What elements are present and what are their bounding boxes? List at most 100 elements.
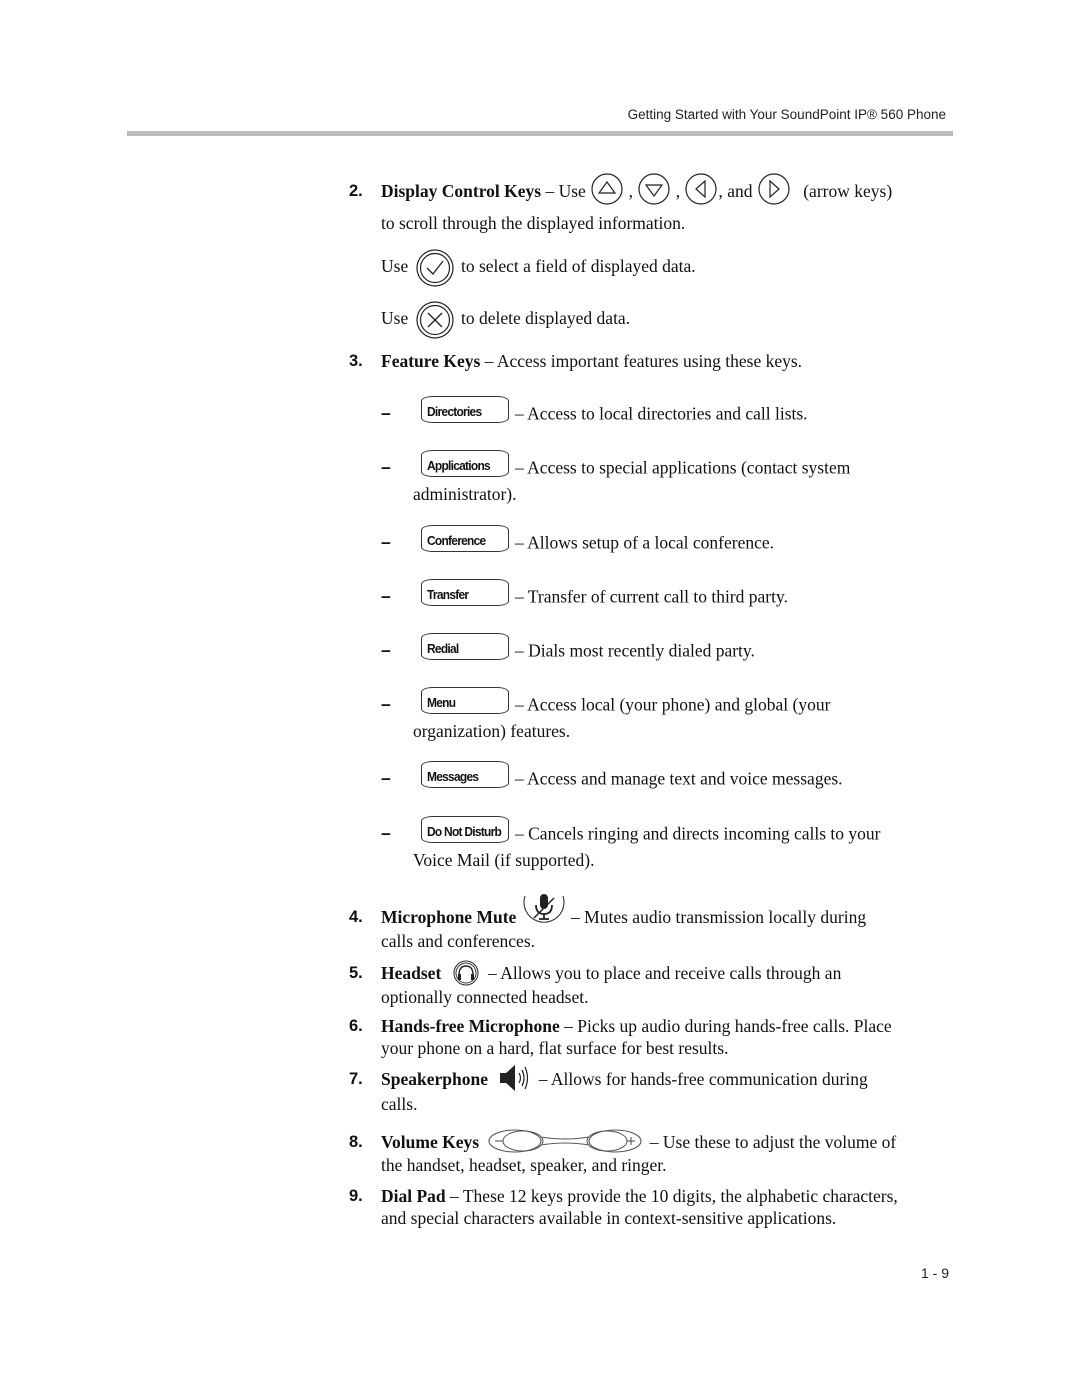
delete-instruction: Use to delete displayed data. [381, 300, 630, 340]
running-header: Getting Started with Your SoundPoint IP®… [627, 107, 946, 122]
key-label: Redial [427, 641, 459, 656]
term-speakerphone: Speakerphone [381, 1069, 488, 1089]
feature-key-do-not-disturb: – Do Not Disturb – Cancels ringing and di… [381, 816, 941, 872]
select-check-icon [415, 249, 454, 287]
volume-keys-text: – Use these to adjust the volume of [645, 1132, 897, 1152]
do-not-disturb-key-icon: Do Not Disturb [421, 816, 509, 843]
item-dial-pad: 9. Dial Pad – These 12 keys provide the … [349, 1185, 949, 1229]
list-dash: – [381, 586, 391, 606]
lead-text: – Use [541, 181, 591, 202]
speakerphone-icon [500, 1064, 529, 1091]
term-dial-pad: Dial Pad [381, 1186, 446, 1206]
comma: , [671, 181, 685, 202]
term-display-control-keys: Display Control Keys [381, 181, 542, 202]
use-label: Use [381, 256, 409, 277]
key-description: – Access local (your phone) and global (… [515, 694, 831, 715]
arrow-right-icon [758, 173, 790, 205]
microphone-mute-icon [523, 893, 565, 923]
item-display-control-keys: 2. Display Control Keys – Use , , , and … [349, 173, 949, 234]
menu-key-icon: Menu [421, 687, 509, 714]
key-description: – Access and manage text and voice messa… [515, 768, 843, 789]
item-number: 2. [349, 182, 363, 200]
item-number: 9. [349, 1187, 363, 1205]
messages-key-icon: Messages [421, 761, 509, 788]
feature-key-conference: – Conference – Allows setup of a local co… [381, 525, 941, 558]
key-description: – Access to special applications (contac… [515, 457, 851, 478]
term-headset: Headset [381, 963, 442, 983]
key-label: Menu [427, 695, 456, 710]
line-2: optionally connected headset. [381, 986, 589, 1007]
line-2: your phone on a hard, flat surface for b… [381, 1038, 729, 1058]
key-description-cont: administrator). [413, 484, 517, 504]
key-label: Applications [427, 458, 491, 473]
headset-icon [453, 960, 479, 986]
arrow-left-icon [685, 173, 718, 205]
list-dash: – [381, 823, 391, 843]
feature-key-messages: – Messages – Access and manage text and v… [381, 761, 941, 794]
directories-key-icon: Directories [421, 396, 509, 423]
list-dash: – [381, 768, 391, 788]
key-label: Transfer [427, 587, 469, 602]
delete-text: to delete displayed data. [460, 308, 631, 329]
key-label: Directories [427, 404, 482, 419]
headset-text: – Allows you to place and receive calls … [483, 963, 842, 983]
applications-key-icon: Applications [421, 450, 509, 477]
list-dash: – [381, 457, 391, 477]
delete-x-icon [415, 301, 454, 339]
term-microphone-mute: Microphone Mute [381, 907, 517, 927]
comma: , [624, 181, 638, 202]
key-label: Conference [427, 533, 486, 548]
key-description-cont: organization) features. [413, 721, 571, 741]
list-dash: – [381, 640, 391, 660]
arrow-down-icon [638, 173, 670, 205]
list-dash: – [381, 403, 391, 423]
key-description: – Cancels ringing and directs incoming c… [515, 823, 881, 844]
key-description: – Transfer of current call to third part… [515, 586, 788, 607]
term-volume-keys: Volume Keys [381, 1132, 480, 1152]
item-number: 6. [349, 1017, 363, 1035]
feature-key-transfer: – Transfer – Transfer of current call to … [381, 579, 941, 612]
feature-key-directories: – Directories – Access to local directori… [381, 396, 941, 429]
item-headset: 5. Headset – Allows you to place and rec… [349, 960, 949, 1008]
speakerphone-text: – Allows for hands-free communication du… [534, 1069, 868, 1089]
list-dash: – [381, 694, 391, 714]
feature-key-redial: – Redial – Dials most recently dialed par… [381, 633, 941, 666]
select-instruction: Use to select a field of displayed data. [381, 248, 696, 288]
feature-key-menu: – Menu – Access local (your phone) and gl… [381, 687, 941, 743]
mic-mute-text: – Mutes audio transmission locally durin… [566, 907, 867, 927]
key-description: – Allows setup of a local conference. [515, 532, 775, 553]
line-2: calls and conferences. [381, 931, 536, 951]
item-number: 8. [349, 1133, 363, 1151]
item-microphone-mute: 4. Microphone Mute – Mutes audio transmi… [349, 893, 949, 952]
item-volume-keys: 8. Volume Keys – Use these to adjust the… [349, 1129, 949, 1176]
key-description: – Access to local directories and call l… [515, 403, 808, 424]
header-rule [127, 131, 953, 136]
line-2: to scroll through the displayed informat… [381, 213, 686, 233]
key-label: Do Not Disturb [427, 824, 502, 839]
feature-keys-text: – Access important features using these … [480, 351, 803, 371]
conference-key-icon: Conference [421, 525, 509, 552]
list-dash: – [381, 532, 391, 552]
transfer-key-icon: Transfer [421, 579, 509, 606]
key-description-cont: Voice Mail (if supported). [413, 850, 595, 870]
key-description: – Dials most recently dialed party. [515, 640, 755, 661]
select-text: to select a field of displayed data. [460, 256, 696, 277]
item-number: 3. [349, 352, 363, 370]
feature-key-applications: – Applications – Access to special applic… [381, 450, 941, 506]
arrow-up-icon [591, 173, 623, 205]
hands-free-text: – Picks up audio during hands-free calls… [559, 1016, 892, 1036]
page-number: 1 - 9 [921, 1265, 950, 1281]
and-text: , and [718, 181, 757, 202]
line-2: and special characters available in cont… [381, 1208, 837, 1228]
term-feature-keys: Feature Keys [381, 351, 481, 371]
key-label: Messages [427, 769, 479, 784]
item-speakerphone: 7. Speakerphone – Allows for hands-free … [349, 1064, 949, 1115]
dial-pad-text: – These 12 keys provide the 10 digits, t… [445, 1186, 898, 1206]
item-number: 5. [349, 964, 363, 982]
line-2: calls. [381, 1093, 418, 1114]
suffix-text: (arrow keys) [798, 181, 893, 202]
term-hands-free-microphone: Hands-free Microphone [381, 1016, 560, 1036]
item-hands-free-microphone: 6. Hands-free Microphone – Picks up audi… [349, 1015, 949, 1059]
use-label: Use [381, 308, 409, 329]
volume-keys-icon [488, 1129, 642, 1153]
